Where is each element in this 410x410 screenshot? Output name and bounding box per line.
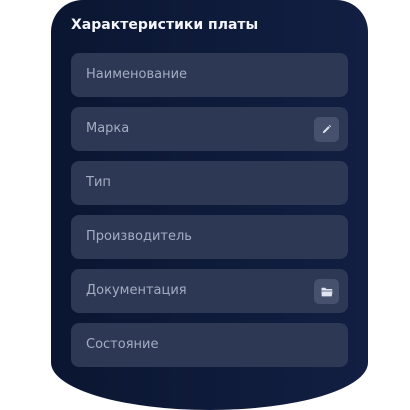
field-name[interactable]: Наименование <box>71 53 348 97</box>
field-type[interactable]: Тип <box>71 161 348 205</box>
edit-brand-button[interactable] <box>314 117 339 142</box>
field-label: Марка <box>86 121 130 136</box>
field-manufacturer[interactable]: Производитель <box>71 215 348 259</box>
field-label: Тип <box>86 175 111 190</box>
field-brand[interactable]: Марка <box>71 107 348 151</box>
field-label: Наименование <box>86 67 188 82</box>
field-label: Документация <box>86 283 187 298</box>
field-label: Состояние <box>86 337 159 352</box>
field-label: Производитель <box>86 229 192 244</box>
panel-title: Характеристики платы <box>71 17 259 33</box>
pencil-icon <box>322 124 332 134</box>
board-characteristics-panel: Характеристики платы Наименование Марка … <box>51 0 368 410</box>
folder-icon <box>321 287 332 296</box>
open-documentation-button[interactable] <box>314 279 339 304</box>
field-documentation[interactable]: Документация <box>71 269 348 313</box>
field-condition[interactable]: Состояние <box>71 323 348 367</box>
